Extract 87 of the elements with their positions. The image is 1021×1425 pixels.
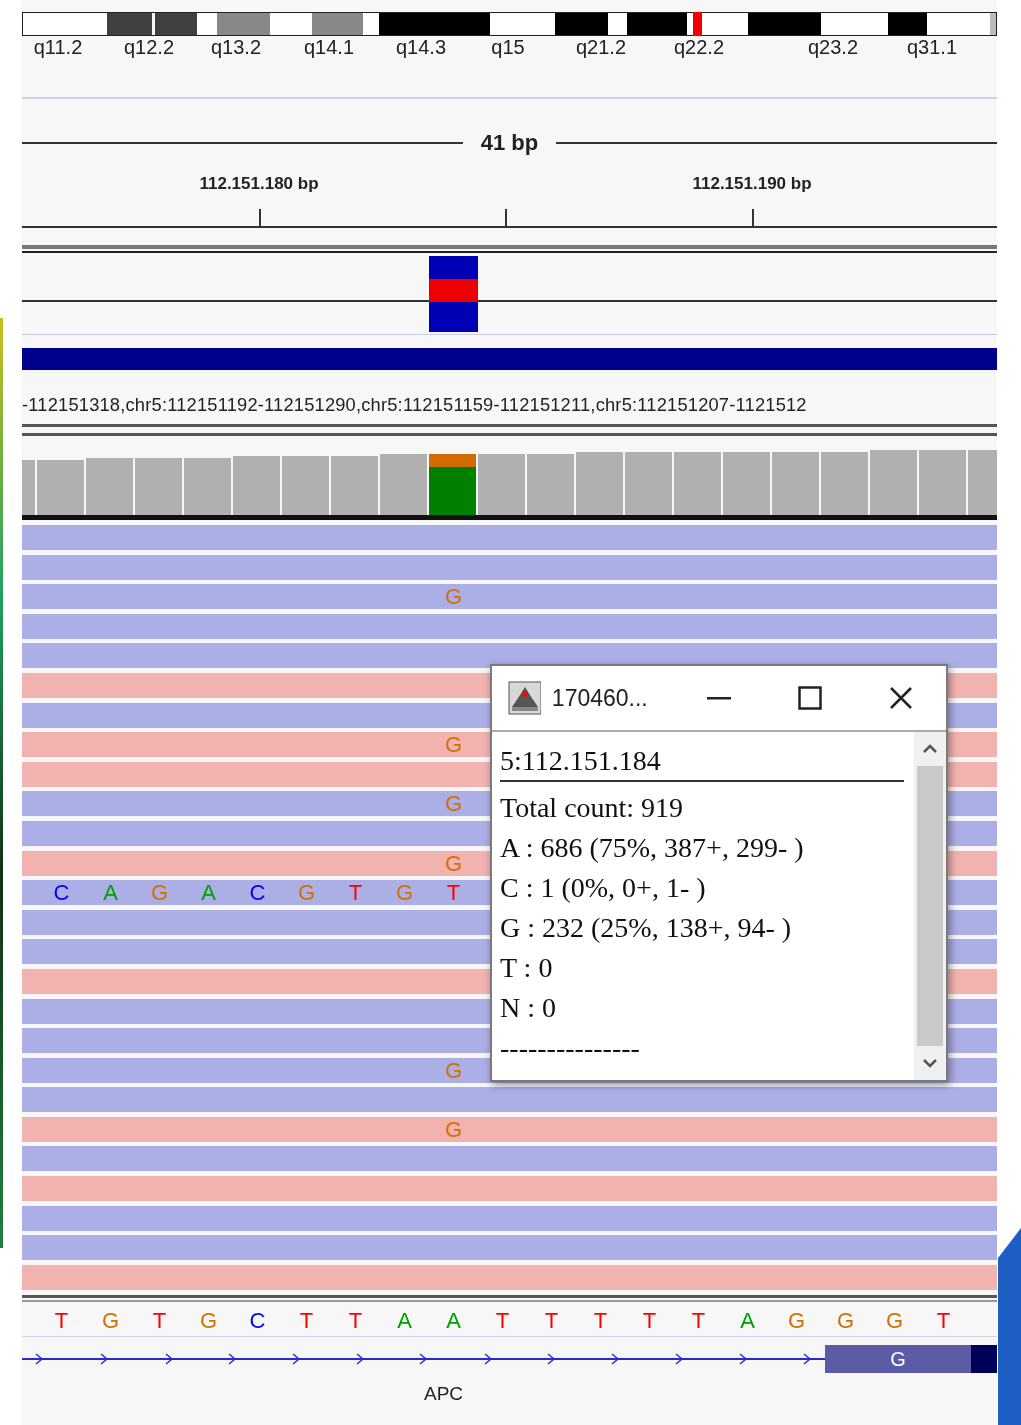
band-label: q23.2 xyxy=(807,36,859,59)
maximize-icon xyxy=(797,686,822,710)
coverage-bar xyxy=(919,450,966,515)
base-letter: T xyxy=(298,1308,315,1334)
base-letter: G xyxy=(149,880,170,906)
band-label: q13.2 xyxy=(210,36,262,59)
base-letter: G xyxy=(443,1057,464,1083)
coverage-bar xyxy=(282,456,329,515)
base-letter: C xyxy=(52,880,71,906)
base-letter: G xyxy=(443,791,464,817)
base-letter: A xyxy=(396,1308,413,1334)
base-letter: T xyxy=(494,1308,511,1334)
coverage-bar xyxy=(625,452,672,515)
coverage-bar xyxy=(37,460,84,515)
base-letter: T xyxy=(592,1308,609,1334)
base-letter: G xyxy=(443,584,464,610)
band-label: q12.2 xyxy=(123,36,175,59)
coverage-bar xyxy=(674,452,721,515)
count-line: G : 232 (25%, 138+, 94- ) xyxy=(500,911,793,945)
base-letter: G xyxy=(296,880,317,906)
coverage-bar xyxy=(527,454,574,515)
coverage-bar xyxy=(723,452,770,515)
gene-name: APC xyxy=(424,1382,464,1405)
span-label: 41 bp xyxy=(479,130,540,156)
band-label: q22.2 xyxy=(673,36,725,59)
tick-label: 112.151.190 bp xyxy=(692,174,812,194)
window-title: 170460... xyxy=(551,684,649,712)
base-letter: G xyxy=(884,1308,905,1334)
coverage-bar xyxy=(870,450,917,515)
exon-block xyxy=(971,1344,997,1373)
count-line: Total count: 919 xyxy=(500,791,685,825)
minimize-icon xyxy=(706,696,731,700)
coverage-bar xyxy=(86,458,133,515)
base-letter: T xyxy=(347,880,364,906)
coverage-bar xyxy=(184,458,231,515)
count-line: C : 1 (0%, 0+, 1- ) xyxy=(500,871,707,905)
base-letter: T xyxy=(690,1308,707,1334)
base-letter: G xyxy=(835,1308,856,1334)
base-letter: G xyxy=(443,732,464,758)
coverage-bar xyxy=(380,454,427,515)
band-label: q21.2 xyxy=(575,36,627,59)
band-label: q11.2 xyxy=(33,36,83,59)
base-letter: C xyxy=(248,880,267,906)
position-text: 5:112.151.184 xyxy=(500,742,904,782)
read-names: -112151318,chr5:112151192-112151290,chr5:112151159-112151211,chr5:112151207-1121512 xyxy=(22,394,808,416)
scrollbar[interactable] xyxy=(914,732,946,1080)
count-line: T : 0 xyxy=(500,951,554,985)
base-letter: T xyxy=(347,1308,364,1334)
caret-up-icon xyxy=(922,744,938,754)
coverage-bar xyxy=(429,454,476,515)
count-line: A : 686 (75%, 387+, 299- ) xyxy=(500,831,805,865)
coverage-bar xyxy=(821,452,868,515)
band-label: q15 xyxy=(491,36,525,59)
base-letter: G xyxy=(786,1308,807,1334)
base-letter: G xyxy=(198,1308,219,1334)
base-letter: T xyxy=(445,880,462,906)
base-letter: T xyxy=(935,1308,952,1334)
base-letter: G xyxy=(443,1116,464,1142)
coverage-bar xyxy=(772,452,819,515)
band-label: q14.1 xyxy=(303,36,355,59)
app-icon xyxy=(508,681,541,715)
base-letter: A xyxy=(445,1308,462,1334)
scroll-thumb[interactable] xyxy=(917,766,943,1046)
coverage-bar xyxy=(576,452,623,515)
base-letter: A xyxy=(739,1308,756,1334)
count-line: N : 0 xyxy=(500,991,557,1025)
coverage-bar xyxy=(331,456,378,515)
coverage-bar xyxy=(135,458,182,515)
base-letter: G xyxy=(100,1308,121,1334)
base-letter: G xyxy=(443,850,464,876)
close-icon xyxy=(888,686,913,710)
base-letter: T xyxy=(53,1308,70,1334)
base-letter: T xyxy=(641,1308,658,1334)
band-label: q14.3 xyxy=(395,36,447,59)
base-letter: A xyxy=(102,880,119,906)
tick-label: 112.151.180 bp xyxy=(199,174,319,194)
base-letter: T xyxy=(543,1308,560,1334)
base-letter: G xyxy=(394,880,415,906)
separator-text: --------------- xyxy=(500,1031,641,1065)
base-letter: T xyxy=(151,1308,168,1334)
caret-down-icon xyxy=(922,1058,938,1068)
coverage-bar xyxy=(233,456,280,515)
base-letter: C xyxy=(248,1308,267,1334)
coverage-bar xyxy=(478,454,525,515)
band-label: q31.1 xyxy=(906,36,958,59)
base-letter: A xyxy=(200,880,217,906)
exon-block: G xyxy=(825,1344,971,1373)
